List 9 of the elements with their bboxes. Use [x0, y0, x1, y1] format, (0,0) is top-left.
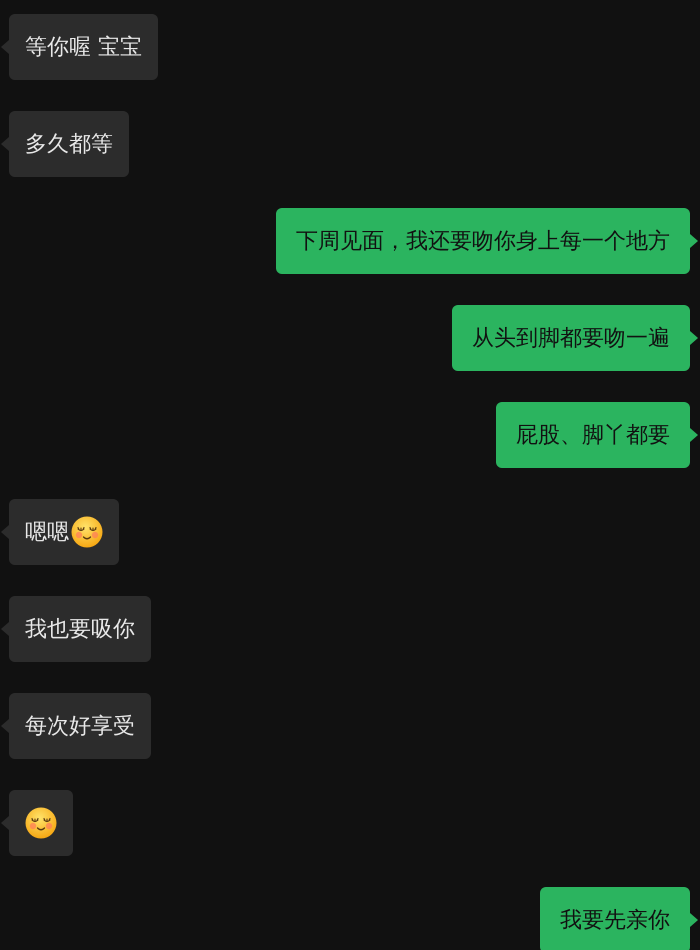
message-text: 屁股、脚丫都要 [516, 422, 670, 450]
message-text: 从头到脚都要吻一遍 [472, 324, 670, 352]
message-text: 下周见面，我还要吻你身上每一个地方 [296, 228, 670, 256]
message-text: 多久都等 [25, 130, 113, 158]
message-text: 我也要吸你 [25, 616, 135, 644]
message-text: 嗯嗯 [25, 518, 69, 546]
message-text: 每次好享受 [25, 712, 135, 740]
message-text: 等你喔 宝宝 [25, 34, 142, 62]
message-text: 我要先亲你 [560, 906, 670, 934]
